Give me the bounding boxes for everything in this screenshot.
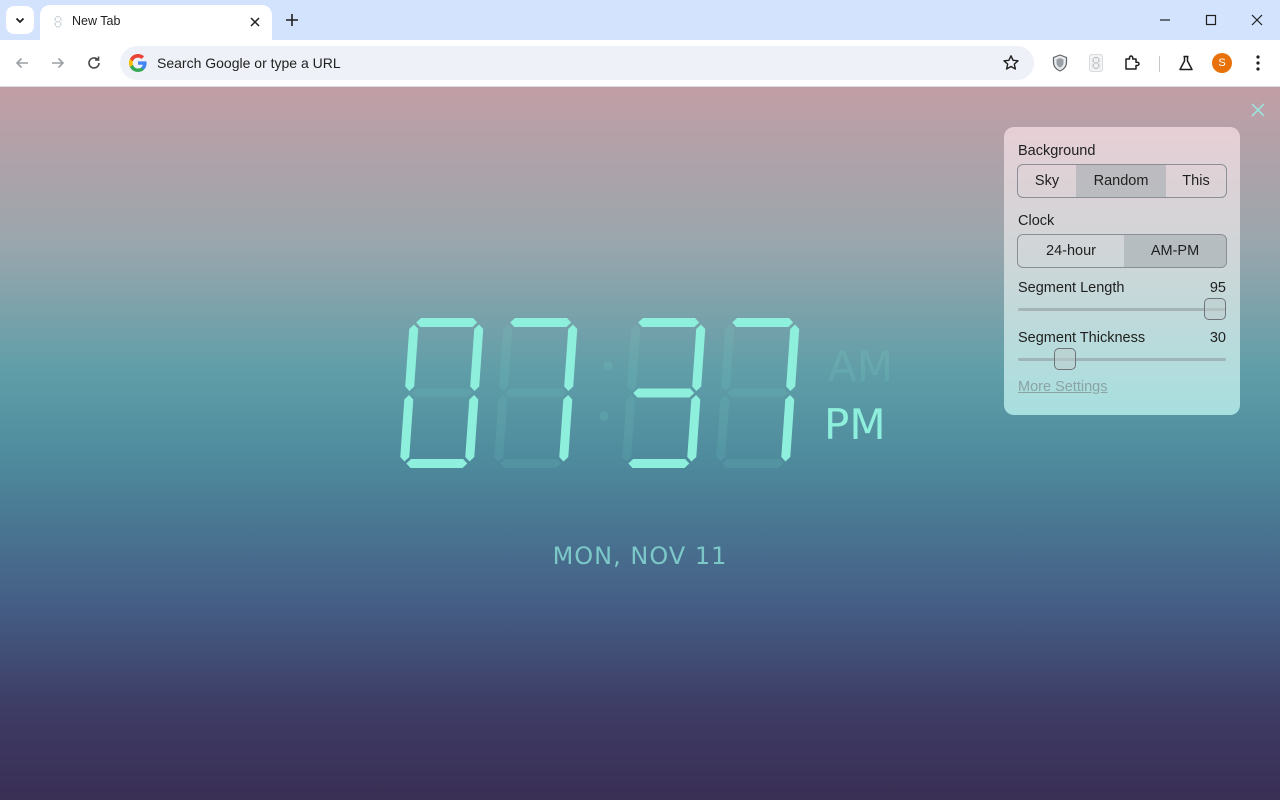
close-icon [250, 17, 260, 27]
clock-segment [627, 324, 641, 391]
browser-toolbar: Search Google or type a URL S [0, 40, 1280, 87]
maximize-icon [1205, 14, 1217, 26]
back-button[interactable] [9, 50, 35, 76]
chevron-down-icon [15, 17, 25, 24]
segment-thickness-thumb[interactable] [1054, 348, 1076, 370]
tab-search-button[interactable] [6, 6, 34, 34]
background-option-random[interactable]: Random [1076, 165, 1166, 197]
tab-strip: New Tab [0, 0, 1280, 40]
clock-segment [687, 395, 701, 462]
clock-segment [494, 395, 508, 462]
clock-segment [732, 318, 794, 327]
background-label: Background [1018, 143, 1096, 159]
profile-avatar[interactable]: S [1212, 53, 1232, 73]
clock-segment [721, 324, 735, 391]
clock-segment [559, 395, 573, 462]
background-option-sky[interactable]: Sky [1018, 165, 1076, 197]
pm-indicator: PM [824, 400, 886, 449]
clock-segment [781, 395, 795, 462]
clock-digit [494, 318, 578, 468]
tab-new-tab[interactable]: New Tab [40, 5, 272, 40]
segment-length-label: Segment Length [1018, 280, 1125, 296]
clock-segment [405, 324, 419, 391]
clock-segment [499, 324, 513, 391]
shield-icon [1052, 54, 1068, 72]
clock-segment [692, 324, 706, 391]
star-icon[interactable] [1002, 54, 1020, 72]
clock-extension-button[interactable] [1085, 52, 1107, 74]
kebab-menu-icon [1256, 55, 1260, 71]
clock-segment [416, 318, 478, 327]
date-label: MON, NOV 11 [552, 542, 728, 570]
segment-length-thumb[interactable] [1204, 298, 1226, 320]
settings-panel: Background Sky Random This Clock 24-hour… [1004, 127, 1240, 415]
toolbar-separator [1159, 56, 1160, 72]
maximize-button[interactable] [1197, 6, 1225, 34]
more-settings-link[interactable]: More Settings [1018, 379, 1107, 395]
clock-digit [400, 318, 484, 468]
arrow-left-icon [15, 57, 28, 69]
clock-option-24-hour[interactable]: 24-hour [1018, 235, 1124, 267]
clock-segment [638, 318, 700, 327]
minimize-icon [1160, 19, 1170, 21]
clock-segment [786, 324, 800, 391]
chrome-menu-button[interactable] [1247, 52, 1269, 74]
clock-segment [406, 459, 468, 468]
background-segmented-control: Sky Random This [1017, 164, 1227, 198]
segment-clock-icon [1089, 54, 1103, 72]
am-indicator: AM [828, 342, 893, 391]
window-close-button[interactable] [1243, 6, 1271, 34]
clock-segment [411, 388, 473, 398]
clock-segment [510, 318, 572, 327]
omnibox[interactable]: Search Google or type a URL [120, 46, 1034, 80]
omnibox-placeholder: Search Google or type a URL [157, 55, 341, 71]
segment-thickness-value: 30 [1209, 330, 1226, 346]
segment-length-track[interactable] [1018, 308, 1226, 311]
flask-icon [1179, 55, 1193, 71]
close-icon [1251, 14, 1263, 26]
clock-segment [716, 395, 730, 462]
segment-clock: AM PM [400, 318, 893, 468]
segment-thickness-label: Segment Thickness [1018, 330, 1146, 346]
clock-colon-dot [603, 361, 613, 371]
background-option-this[interactable]: This [1166, 165, 1226, 197]
clock-segmented-control: 24-hour AM-PM [1017, 234, 1227, 268]
tab-close-button[interactable] [246, 13, 264, 31]
clock-segment [727, 388, 789, 398]
google-g-icon [129, 54, 147, 72]
clock-segment [465, 395, 479, 462]
clock-label: Clock [1018, 213, 1055, 229]
tab-favicon-icon [54, 16, 62, 28]
labs-button[interactable] [1175, 52, 1197, 74]
shield-extension-button[interactable] [1049, 52, 1071, 74]
clock-segment [400, 395, 414, 462]
clock-digit [716, 318, 800, 468]
puzzle-icon [1125, 55, 1140, 70]
arrow-right-icon [52, 57, 65, 69]
plus-icon [286, 14, 298, 26]
tab-title: New Tab [72, 14, 121, 28]
segment-thickness-track[interactable] [1018, 358, 1226, 361]
reload-button[interactable] [81, 50, 107, 76]
clock-option-am-pm[interactable]: AM-PM [1124, 235, 1226, 267]
clock-segment [505, 388, 567, 398]
minimize-button[interactable] [1151, 6, 1179, 34]
clock-segment [722, 459, 784, 468]
clock-digit [622, 318, 706, 468]
extensions-button[interactable] [1121, 52, 1143, 74]
segment-length-value: 95 [1209, 280, 1226, 296]
clock-segment [622, 395, 636, 462]
reload-icon [88, 56, 100, 69]
clock-colon-dot [599, 411, 609, 421]
clock-segment [633, 388, 695, 398]
clock-segment [470, 324, 484, 391]
new-tab-page: AM PM MON, NOV 11 Background Sky Random … [0, 87, 1280, 800]
new-tab-button[interactable] [280, 8, 304, 32]
close-icon[interactable] [1249, 101, 1267, 119]
clock-segment [628, 459, 690, 468]
forward-button[interactable] [45, 50, 71, 76]
clock-segment [500, 459, 562, 468]
clock-segment [564, 324, 578, 391]
